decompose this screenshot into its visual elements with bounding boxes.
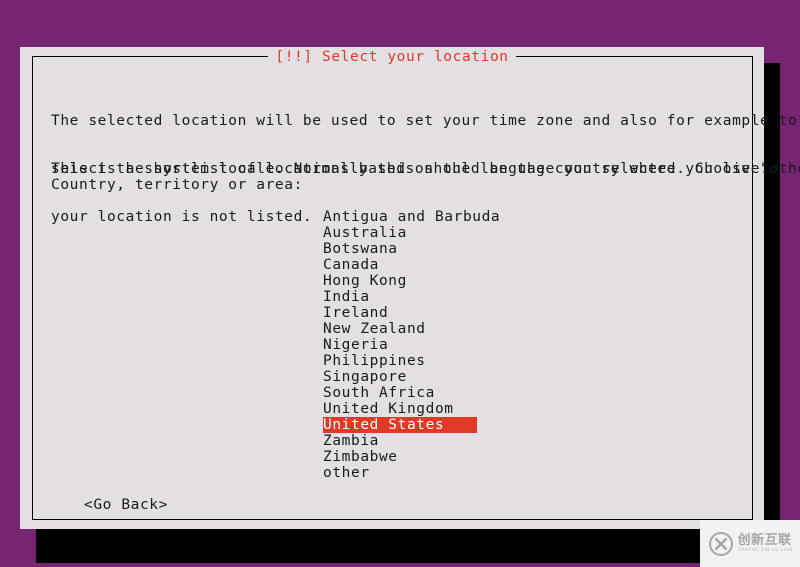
installer-screen: [!!] Select your location The selected l…: [0, 0, 800, 567]
list-item[interactable]: Australia: [323, 225, 477, 241]
list-item[interactable]: Botswana: [323, 241, 477, 257]
list-item[interactable]: India: [323, 289, 477, 305]
watermark: 创新互联 CHUANG XIN HU LIAN: [700, 520, 800, 567]
list-item[interactable]: Ireland: [323, 305, 477, 321]
watermark-pinyin-text: CHUANG XIN HU LIAN: [737, 547, 793, 553]
list-item[interactable]: other: [323, 465, 477, 481]
dialog-content: The selected location will be used to se…: [32, 69, 800, 519]
list-item[interactable]: Philippines: [323, 353, 477, 369]
list-item[interactable]: Antigua and Barbuda: [323, 209, 500, 225]
list-item[interactable]: New Zealand: [323, 321, 477, 337]
watermark-chinese-text: 创新互联: [737, 532, 792, 548]
list-item[interactable]: Singapore: [323, 369, 477, 385]
watermark-text: 创新互联 CHUANG XIN HU LIAN: [738, 534, 793, 553]
intro-paragraph-line-1: The selected location will be used to se…: [51, 113, 800, 129]
list-item-selected[interactable]: United States: [323, 417, 477, 433]
shortlist-paragraph-line-1: This is a shortlist of locations based o…: [51, 161, 800, 177]
list-item[interactable]: Canada: [323, 257, 477, 273]
go-back-button[interactable]: <Go Back>: [84, 497, 168, 513]
select-location-dialog: [!!] Select your location The selected l…: [20, 47, 800, 529]
country-prompt-label: Country, territory or area:: [51, 177, 303, 193]
list-item[interactable]: South Africa: [323, 385, 477, 401]
list-item[interactable]: United Kingdom: [323, 401, 477, 417]
list-item[interactable]: Hong Kong: [323, 273, 477, 289]
circled-x-logo-icon: [708, 531, 733, 556]
console-bottom-strip: [36, 545, 780, 563]
list-item[interactable]: Zimbabwe: [323, 449, 477, 465]
list-item[interactable]: Zambia: [323, 433, 477, 449]
list-item[interactable]: Nigeria: [323, 337, 477, 353]
country-list[interactable]: Antigua and Barbuda Australia Botswana C…: [323, 209, 500, 481]
